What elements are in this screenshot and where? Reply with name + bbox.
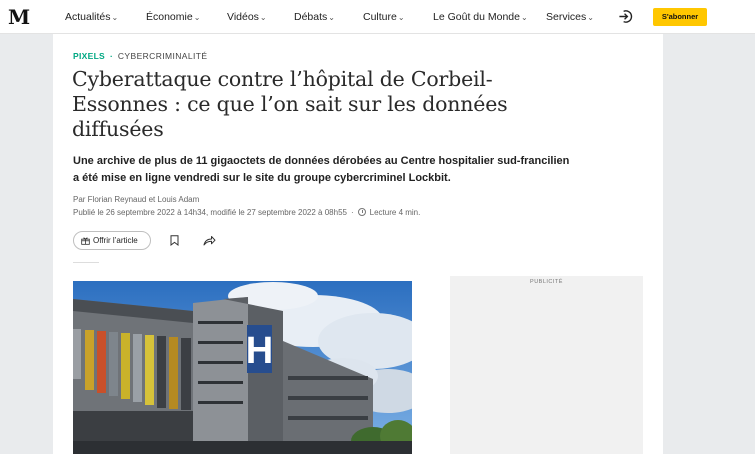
nav-item-services[interactable]: Services⌄ — [546, 11, 594, 23]
chevron-down-icon: ⌄ — [397, 13, 405, 22]
section-divider — [73, 262, 99, 263]
nav-item-economie[interactable]: Économie⌄ — [146, 11, 200, 23]
svg-text:H: H — [246, 330, 273, 372]
nav-item-culture[interactable]: Culture⌄ — [363, 11, 405, 23]
chevron-down-icon: ⌄ — [193, 13, 201, 22]
login-icon[interactable] — [618, 9, 633, 24]
nav-item-gout-du-monde[interactable]: Le Goût du Monde⌄ — [433, 11, 528, 23]
chevron-down-icon: ⌄ — [111, 13, 119, 22]
article-byline: Par Florian Reynaud et Louis Adam — [73, 195, 200, 204]
meta-separator: · — [350, 208, 354, 217]
rubric-link[interactable]: PIXELS — [73, 51, 105, 61]
article-summary: Une archive de plus de 11 gigaoctets de … — [73, 155, 570, 184]
chevron-down-icon: ⌄ — [587, 13, 594, 22]
reading-time: Lecture 4 min. — [369, 208, 421, 217]
clock-icon — [357, 208, 366, 216]
publication-date: Publié le 26 septembre 2022 à 14h34, mod… — [73, 208, 347, 217]
article-kicker: PIXELS · CYBERCRIMINALITÉ — [73, 51, 207, 61]
nav-item-actualites[interactable]: Actualités⌄ — [65, 11, 118, 23]
nav-item-videos[interactable]: Vidéos⌄ — [227, 11, 267, 23]
article-meta: Publié le 26 septembre 2022 à 14h34, mod… — [73, 208, 420, 217]
chevron-down-icon: ⌄ — [328, 13, 335, 22]
gift-article-button[interactable]: Offrir l’article — [73, 231, 151, 250]
nav-item-debats[interactable]: Débats⌄ — [294, 11, 335, 23]
gift-label: Offrir l’article — [93, 236, 138, 245]
bookmark-icon[interactable] — [170, 235, 179, 246]
hospital-photo: H — [73, 281, 412, 454]
advertisement-slot[interactable]: PUBLICITÉ — [450, 276, 643, 454]
gift-icon — [81, 237, 90, 245]
chevron-down-icon: ⌄ — [259, 13, 267, 22]
top-navigation: M Actualités⌄ Économie⌄ Vidéos⌄ Débats⌄ … — [0, 0, 755, 34]
ad-label: PUBLICITÉ — [530, 279, 563, 285]
share-icon[interactable] — [203, 235, 216, 246]
kicker-separator: · — [110, 51, 113, 61]
subscribe-button[interactable]: S'abonner — [653, 8, 707, 26]
le-monde-logo[interactable]: M — [8, 5, 30, 29]
article-title: Cyberattaque contre l’hôpital de Corbeil… — [72, 67, 508, 141]
tag-link[interactable]: CYBERCRIMINALITÉ — [118, 51, 208, 61]
chevron-down-icon: ⌄ — [520, 13, 528, 22]
